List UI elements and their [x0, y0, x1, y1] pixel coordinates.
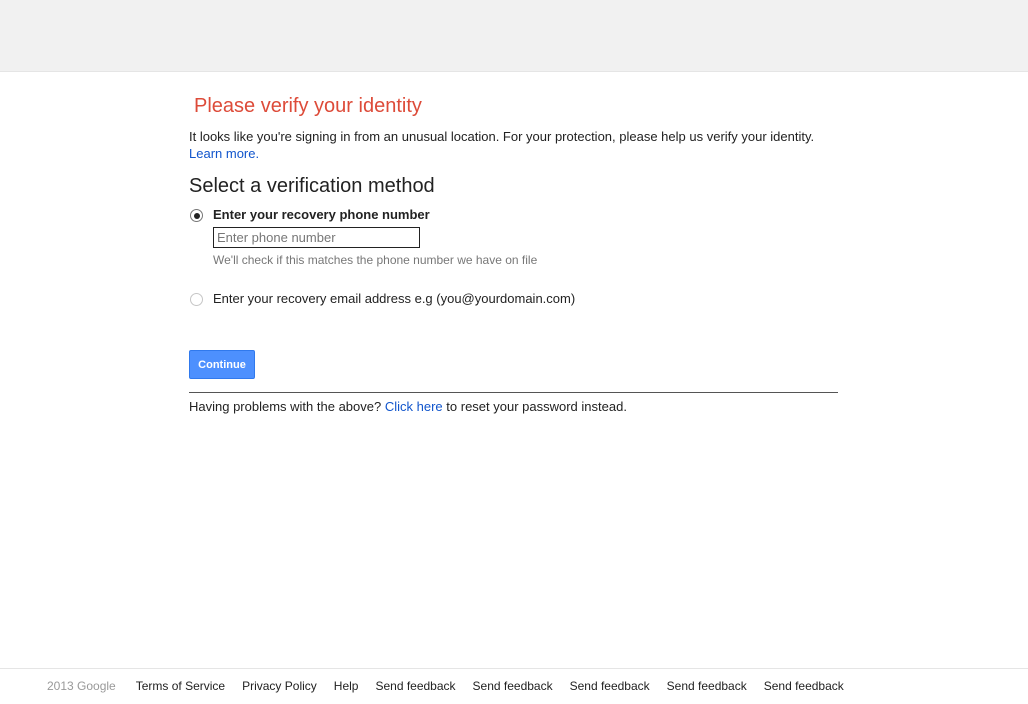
footer-copyright: 2013 Google: [47, 679, 116, 693]
section-subtitle: Select a verification method: [189, 175, 435, 197]
problems-prefix: Having problems with the above?: [189, 399, 382, 414]
footer-link-feedback[interactable]: Send feedback: [667, 679, 747, 693]
phone-hint-text: We'll check if this matches the phone nu…: [213, 253, 538, 267]
footer-link-help[interactable]: Help: [334, 679, 359, 693]
page-title: Please verify your identity: [194, 95, 422, 117]
divider: [189, 392, 838, 393]
footer-link-feedback[interactable]: Send feedback: [375, 679, 455, 693]
footer-divider: [0, 668, 1028, 669]
footer-link-privacy[interactable]: Privacy Policy: [242, 679, 317, 693]
page: Please verify your identity It looks lik…: [0, 0, 1028, 704]
footer-link-feedback[interactable]: Send feedback: [473, 679, 553, 693]
footer-link-terms[interactable]: Terms of Service: [136, 679, 225, 693]
footer-link-feedback[interactable]: Send feedback: [764, 679, 844, 693]
learn-more-link[interactable]: Learn more.: [189, 146, 259, 161]
reset-password-link[interactable]: Click here: [385, 399, 443, 414]
footer: 2013 Google Terms of Service Privacy Pol…: [47, 679, 861, 693]
problems-text: Having problems with the above? Click he…: [189, 399, 627, 414]
footer-link-feedback[interactable]: Send feedback: [570, 679, 650, 693]
phone-option-label[interactable]: Enter your recovery phone number: [213, 207, 430, 222]
email-option-radio[interactable]: [190, 293, 203, 306]
problems-suffix: to reset your password instead.: [446, 399, 627, 414]
continue-button[interactable]: Continue: [189, 350, 255, 379]
top-bar: [0, 0, 1028, 72]
intro-text: It looks like you're signing in from an …: [189, 128, 829, 162]
phone-option-radio[interactable]: [190, 209, 203, 222]
phone-number-input[interactable]: [213, 227, 420, 248]
email-option-label[interactable]: Enter your recovery email address e.g (y…: [213, 291, 575, 306]
intro-message: It looks like you're signing in from an …: [189, 129, 815, 144]
